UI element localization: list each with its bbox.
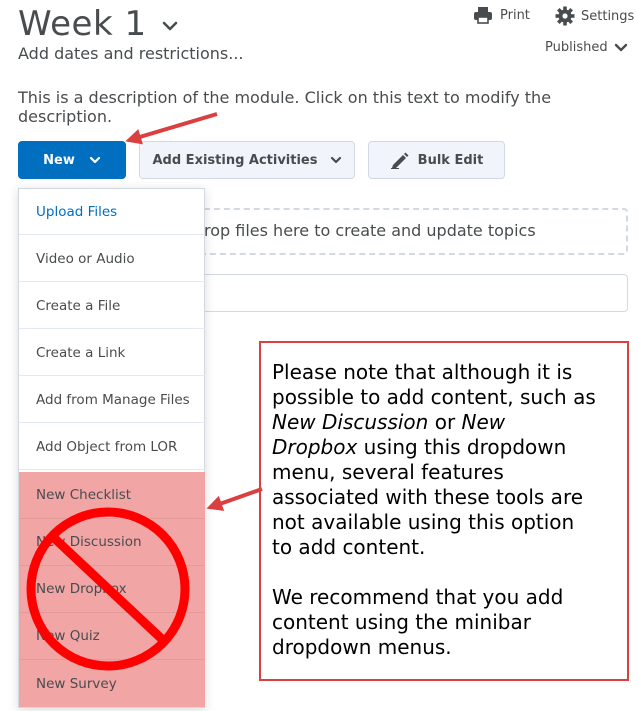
red-arrow-icon — [125, 112, 218, 145]
annotation-overlay — [26, 112, 263, 671]
no-sign-icon — [26, 507, 190, 671]
red-arrow-icon — [206, 487, 263, 511]
